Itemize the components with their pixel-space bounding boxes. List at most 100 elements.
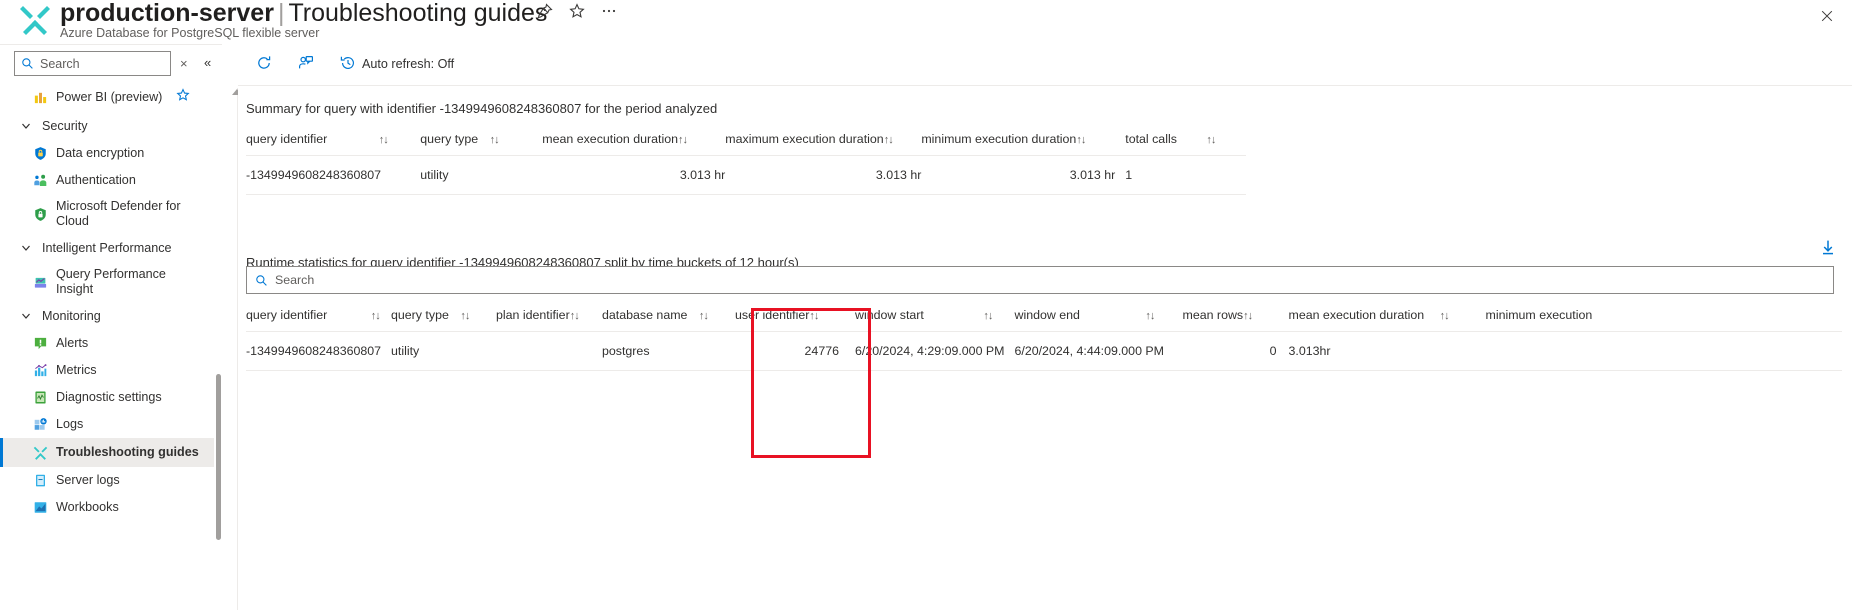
diagnostic-settings-icon: [32, 390, 48, 406]
main-content: Summary for query with identifier -13499…: [238, 88, 1852, 610]
close-blade-button[interactable]: [1816, 5, 1838, 27]
chevron-down-icon: [20, 310, 32, 322]
favorite-star-icon[interactable]: [176, 88, 190, 102]
cell-query-identifier: -1349949608248360807: [246, 331, 391, 371]
runtime-col-database-name[interactable]: database name ↑↓: [602, 308, 735, 332]
runtime-col-label: user identifier: [735, 308, 810, 322]
runtime-search-input[interactable]: Search: [246, 266, 1834, 294]
star-icon[interactable]: [568, 2, 586, 20]
runtime-col-label: mean execution duration: [1288, 308, 1425, 322]
sort-icon[interactable]: ↑↓: [460, 310, 470, 322]
resource-name: production-server: [60, 0, 274, 27]
pin-icon[interactable]: [536, 2, 554, 20]
sort-icon[interactable]: ↑↓: [490, 134, 500, 146]
runtime-col-plan-identifier[interactable]: plan identifier↑↓: [496, 308, 602, 332]
sidebar-item-logs[interactable]: Logs: [0, 411, 214, 438]
ellipsis-icon[interactable]: [600, 2, 618, 20]
feedback-button[interactable]: [290, 49, 328, 79]
refresh-icon: [256, 55, 272, 74]
sort-icon[interactable]: ↑↓: [1243, 310, 1253, 322]
sort-icon[interactable]: ↑↓: [678, 134, 688, 146]
cell-mean-rows: 0: [1182, 331, 1277, 371]
table-row[interactable]: -1349949608248360807 utility postgres 24…: [246, 331, 1842, 371]
summary-col-label: mean execution duration: [542, 132, 678, 146]
sidebar-item-authentication[interactable]: Authentication: [0, 167, 214, 194]
sidebar-item-label: Logs: [56, 417, 84, 431]
runtime-col-mean-execution-duration[interactable]: mean execution duration ↑↓: [1276, 308, 1476, 332]
runtime-col-label: window end: [1014, 308, 1080, 322]
auto-refresh-button[interactable]: Auto refresh: Off: [332, 49, 462, 79]
sidebar-group-security[interactable]: Security: [0, 112, 214, 140]
sidebar-item-label: Microsoft Defender for Cloud: [56, 199, 181, 228]
clock-history-icon: [340, 55, 356, 74]
sort-icon[interactable]: ↑↓: [1440, 310, 1450, 322]
command-bar-divider: [238, 85, 1852, 86]
sort-icon[interactable]: ↑↓: [1206, 134, 1216, 146]
sidebar-item-server-logs[interactable]: Server logs: [0, 467, 214, 494]
server-logs-icon: [32, 473, 48, 489]
sidebar-item-alerts[interactable]: Alerts: [0, 330, 214, 357]
lock-shield-icon: [32, 146, 48, 162]
cell-query-type: utility: [420, 155, 543, 195]
summary-col-mean-execution-duration[interactable]: mean execution duration↑↓: [542, 132, 726, 156]
runtime-col-window-end[interactable]: window end ↑↓: [1004, 308, 1183, 332]
summary-col-label: maximum execution duration: [725, 132, 884, 146]
sidebar-collapse-button[interactable]: «: [204, 55, 211, 70]
sort-icon[interactable]: ↑↓: [371, 310, 381, 322]
sidebar-item-troubleshooting-guides[interactable]: Troubleshooting guides: [0, 438, 214, 467]
runtime-col-minimum-execution[interactable]: minimum execution: [1475, 308, 1842, 332]
sort-icon[interactable]: ↑↓: [570, 310, 580, 322]
sidebar-item-power-bi[interactable]: Power BI (preview): [0, 82, 214, 112]
runtime-col-label: query identifier: [246, 308, 328, 322]
sidebar-item-label: Metrics: [56, 363, 97, 377]
sort-icon[interactable]: ↑↓: [699, 310, 709, 322]
sort-icon[interactable]: ↑↓: [983, 310, 993, 322]
table-row[interactable]: -1349949608248360807 utility 3.013 hr 3.…: [246, 155, 1246, 195]
sidebar-item-microsoft-defender-for-cloud[interactable]: Microsoft Defender for Cloud: [0, 194, 214, 234]
sidebar-item-diagnostic-settings[interactable]: Diagnostic settings: [0, 384, 214, 411]
summary-col-minimum-execution-duration[interactable]: minimum execution duration↑↓: [921, 132, 1116, 156]
sidebar-item-label: Power BI (preview): [56, 89, 163, 104]
runtime-col-user-identifier[interactable]: user identifier↑↓: [735, 308, 845, 332]
alerts-icon: [32, 336, 48, 352]
chevron-down-icon: [20, 242, 32, 254]
sort-icon[interactable]: ↑↓: [1076, 134, 1086, 146]
refresh-button[interactable]: [248, 49, 286, 79]
logs-icon: [32, 417, 48, 433]
sidebar-search-box[interactable]: Search: [14, 51, 171, 76]
chevron-down-icon: [20, 120, 32, 132]
cell-query-identifier: -1349949608248360807: [246, 155, 421, 195]
summary-col-maximum-execution-duration[interactable]: maximum execution duration↑↓: [725, 132, 922, 156]
runtime-col-query-type[interactable]: query type ↑↓: [391, 308, 496, 332]
sidebar-search-clear-button[interactable]: ×: [180, 56, 188, 71]
runtime-col-window-start[interactable]: window start ↑↓: [845, 308, 1005, 332]
runtime-col-mean-rows[interactable]: mean rows↑↓: [1182, 308, 1277, 332]
summary-col-query-type[interactable]: query type ↑↓: [420, 132, 543, 156]
sort-icon[interactable]: ↑↓: [1145, 310, 1155, 322]
runtime-col-query-identifier[interactable]: query identifier ↑↓: [246, 308, 391, 332]
cell-plan-identifier: [496, 331, 602, 371]
sidebar-item-data-encryption[interactable]: Data encryption: [0, 140, 214, 167]
sort-icon[interactable]: ↑↓: [809, 310, 819, 322]
search-icon: [21, 57, 34, 70]
runtime-col-label: database name: [602, 308, 688, 322]
cell-total-calls: 1: [1115, 155, 1246, 195]
download-icon[interactable]: [1818, 238, 1838, 258]
summary-col-query-identifier[interactable]: query identifier ↑↓: [246, 132, 421, 156]
cell-window-start: 6/20/2024, 4:29:09.000 PM: [845, 331, 1005, 371]
sidebar-group-label: Security: [42, 119, 88, 133]
summary-col-total-calls[interactable]: total calls ↑↓: [1115, 132, 1246, 156]
sidebar-item-label: Workbooks: [56, 500, 119, 514]
sidebar-item-query-performance-insight[interactable]: Query Performance Insight: [0, 262, 214, 302]
sidebar-group-intelligent-performance[interactable]: Intelligent Performance: [0, 234, 214, 262]
cell-window-end: 6/20/2024, 4:44:09.000 PM: [1004, 331, 1183, 371]
sidebar-item-metrics[interactable]: Metrics: [0, 357, 214, 384]
sidebar-item-workbooks[interactable]: Workbooks: [0, 494, 214, 521]
sidebar-group-monitoring[interactable]: Monitoring: [0, 302, 214, 330]
query-performance-icon: [32, 274, 48, 290]
summary-col-label: total calls: [1125, 132, 1177, 146]
sort-icon[interactable]: ↑↓: [379, 134, 389, 146]
sidebar-scrollbar-thumb[interactable]: [216, 374, 221, 540]
sort-icon[interactable]: ↑↓: [884, 134, 894, 146]
authentication-icon: [32, 173, 48, 189]
